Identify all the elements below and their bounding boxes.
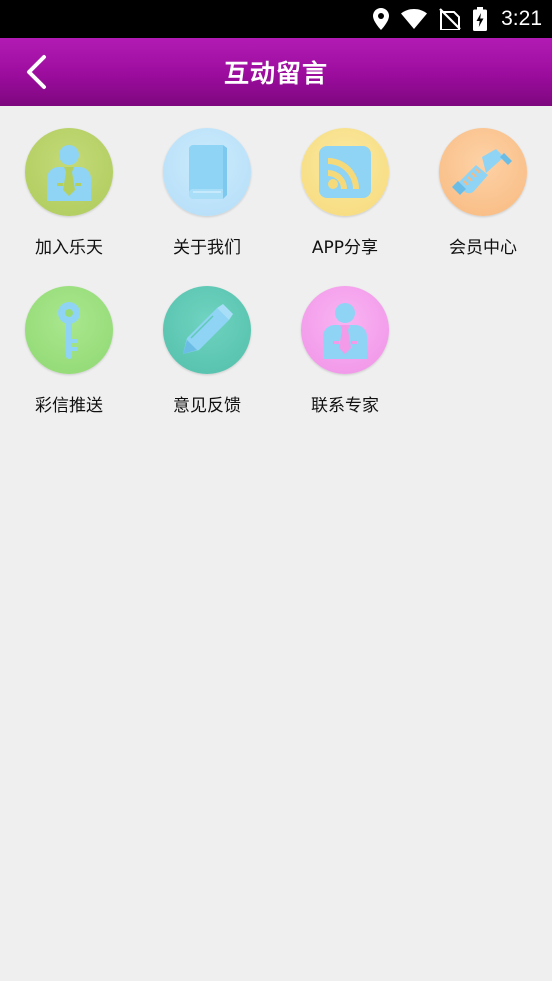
menu-item-label: APP分享 [311,238,379,258]
handshake-icon [452,149,512,195]
location-icon [373,8,390,30]
battery-charging-icon [473,7,488,31]
menu-item-app-share[interactable]: APP分享 [276,106,414,264]
menu-item-icon-circle [25,128,113,216]
menu-item-mms-push[interactable]: 彩信推送 [0,264,138,422]
page-title: 互动留言 [223,59,328,88]
pencil-icon [183,304,233,354]
menu-item-icon-circle [163,128,251,216]
status-bar: 3:21 [0,0,552,38]
menu-item-member-center[interactable]: 会员中心 [414,106,552,264]
menu-item-join[interactable]: 加入乐天 [0,106,138,264]
menu-item-icon-circle [301,286,389,374]
menu-item-contact-expert[interactable]: 联系专家 [276,264,414,422]
status-icons: 3:21 [373,0,542,38]
menu-item-label: 加入乐天 [35,238,103,258]
menu-item-label: 关于我们 [173,238,241,258]
menu-item-label: 彩信推送 [35,396,103,416]
menu-item-icon-circle [301,128,389,216]
rss-icon [319,146,371,198]
no-signal-icon [439,8,461,30]
menu-item-label: 意见反馈 [173,396,241,416]
status-time: 3:21 [501,7,542,30]
menu-item-label: 会员中心 [449,238,517,258]
menu-item-label: 联系专家 [311,396,379,416]
person-tie-icon [323,303,367,359]
menu-item-icon-circle [439,128,527,216]
key-icon [58,302,80,359]
wifi-icon [401,9,428,29]
menu-item-icon-circle [163,286,251,374]
person-tie-icon [47,145,91,201]
menu-item-feedback[interactable]: 意见反馈 [138,264,276,422]
book-icon [189,145,227,199]
menu-item-icon-circle [25,286,113,374]
app-bar: 互动留言 [0,38,552,106]
menu-item-about[interactable]: 关于我们 [138,106,276,264]
